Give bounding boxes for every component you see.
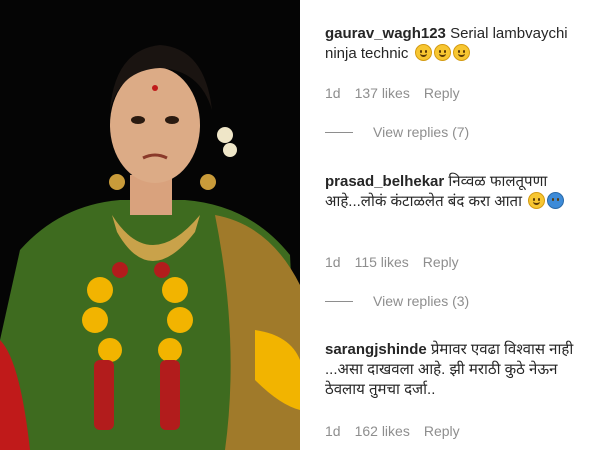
comment-username[interactable]: sarangjshinde [325,341,427,358]
divider-line [325,131,353,133]
smiling-face-icon [452,44,470,61]
comment-time: 1d [325,423,341,439]
comment-text-block: gaurav_wagh123 Serial lambvaychi ninja t… [325,24,592,64]
comment-time: 1d [325,85,341,101]
reply-button[interactable]: Reply [423,254,459,270]
comment-text-block: prasad_belhekar निव्वळ फालतूपणा आहे...लो… [325,172,592,212]
comment-text-block: sarangjshinde प्रेमावर एवढा विश्वास नाही… [325,340,592,400]
grinning-squint-face-icon [414,44,432,61]
view-replies-button[interactable]: View replies (3) [325,293,469,309]
comment-item: gaurav_wagh123 Serial lambvaychi ninja t… [325,24,592,64]
comment-username[interactable]: gaurav_wagh123 [325,25,446,42]
comment-time: 1d [325,254,341,270]
comment-item: sarangjshinde प्रेमावर एवढा विश्वास नाही… [325,340,592,400]
comment-likes[interactable]: 137 likes [355,85,410,101]
comment-item: prasad_belhekar निव्वळ फालतूपणा आहे...लो… [325,172,592,212]
view-replies-label: View replies (3) [373,293,470,309]
view-replies-label: View replies (7) [373,124,470,140]
comment-meta: 1d 137 likes Reply [325,85,460,101]
comments-panel: gaurav_wagh123 Serial lambvaychi ninja t… [300,0,600,450]
tv-still-photo [0,0,300,450]
rolling-eyes-face-icon [528,192,546,209]
reply-button[interactable]: Reply [424,85,460,101]
comment-likes[interactable]: 115 likes [355,254,409,270]
reply-button[interactable]: Reply [424,423,460,439]
comment-likes[interactable]: 162 likes [355,423,410,439]
divider-line [325,300,353,302]
comment-meta: 1d 162 likes Reply [325,423,460,439]
folded-hands-icon [547,192,565,209]
woman-in-saree-image [0,0,300,450]
tears-of-joy-face-icon [433,44,451,61]
comment-username[interactable]: prasad_belhekar [325,173,444,190]
comment-meta: 1d 115 likes Reply [325,254,459,270]
view-replies-button[interactable]: View replies (7) [325,124,469,140]
